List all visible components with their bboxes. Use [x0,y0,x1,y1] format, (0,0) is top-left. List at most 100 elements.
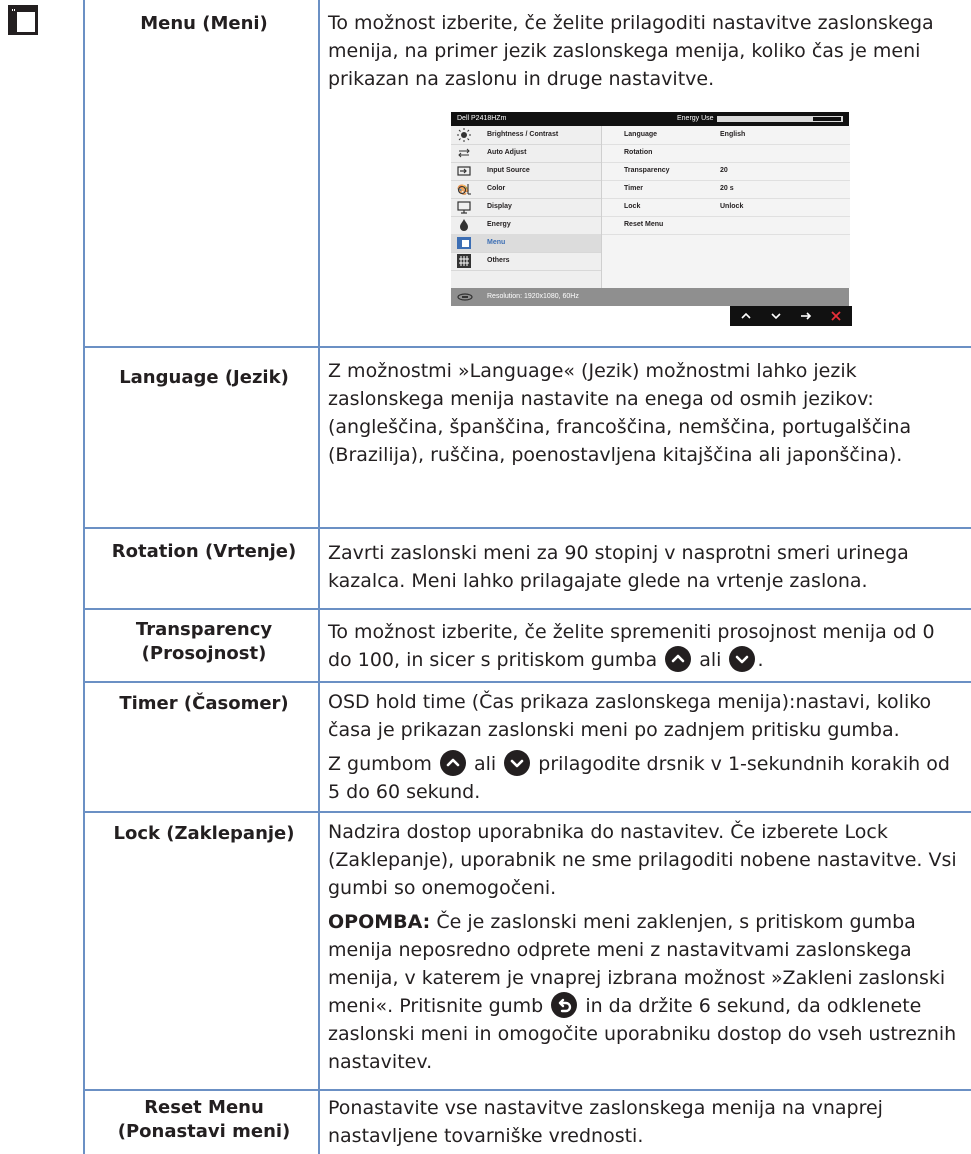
row-divider [83,608,971,610]
osd-setting-row: Lock Unlock [602,198,850,217]
row-desc-rotation: Zavrti zaslonski meni za 90 stopinj v na… [328,539,958,595]
osd-menu-item: Menu [451,234,601,253]
enter-icon [796,306,816,326]
osd-menu-item: Energy [451,216,601,235]
osd-menu-item-label: Energy [487,221,511,228]
osd-nav-buttons [730,306,852,326]
osd-menu-list: Brightness / Contrast Auto Adjust Input So… [451,126,601,288]
osd-setting-row: Reset Menu [602,216,850,235]
row-label-reset: Reset Menu (Ponastavi meni) [95,1096,313,1144]
osd-setting-row: Rotation [602,144,850,163]
osd-setting-value: Unlock [720,203,744,210]
exit-icon [826,306,846,326]
display-icon [457,201,471,214]
back-button-icon [551,992,578,1018]
osd-setting-label: Timer [624,185,643,192]
reset-description: Ponastavite vse nastavitve zaslonskega m… [328,1097,883,1147]
osd-menu-item: Input Source [451,162,601,181]
osd-setting-label: Language [624,131,658,138]
osd-setting-value: English [720,131,746,138]
down-icon [766,306,786,326]
menu-icon [8,5,38,35]
osd-setting-row: Timer 20 s [602,180,850,199]
osd-footer: Resolution: 1920x1080, 60Hz [451,288,849,306]
row-label-lock: Lock (Zaklepanje) [113,823,295,844]
osd-setting-row: Language English [602,126,850,145]
language-description: Z možnostmi »Language« (Jezik) možnostmi… [328,360,912,466]
transparency-text-end: . [757,649,764,671]
row-label-language: Language (Jezik) [119,367,289,388]
osd-menu-item-label: Menu [487,239,506,246]
row-divider [83,1089,971,1091]
osd-menu-item-label: Display [487,203,512,210]
osd-setting-label: Transparency [624,167,670,174]
row-desc-language: Z možnostmi »Language« (Jezik) možnostmi… [328,357,958,469]
row-label-transparency: Transparency (Prosojnost) [95,618,313,666]
osd-menu-item-label: Input Source [487,167,530,174]
transparency-text-a: To možnost izberite, če želite spremenit… [328,621,935,671]
osd-setting-value: 20 s [720,185,734,192]
osd-model-name: Dell P2418HZm [457,115,507,122]
row-label-timer: Timer (Časomer) [119,693,289,714]
auto-adjust-icon [458,148,470,158]
osd-resolution: Resolution: 1920x1080, 60Hz [487,293,579,300]
menu-settings-table: Menu (Meni) To možnost izberite, če želi… [0,0,971,1154]
row-divider [83,346,971,348]
lock-description: Nadzira dostop uporabnika do nastavitev.… [328,821,957,899]
osd-menu-item-label: Brightness / Contrast [487,131,559,138]
row-divider [83,527,971,529]
osd-menu-screenshot: Dell P2418HZm Energy Use Brightness / Co… [451,112,850,306]
osd-menu-item-label: Color [487,185,506,192]
osd-energy-label: Energy Use [677,115,714,122]
note-label: OPOMBA: [328,911,431,933]
transparency-label-line1: Transparency [135,619,273,640]
up-button-icon [665,646,692,672]
others-icon [457,254,471,268]
row-divider [83,681,971,683]
brightness-icon [457,128,471,142]
osd-menu-item: Others [451,252,601,271]
osd-menu-item: Display [451,198,601,217]
transparency-text-or: ali [699,649,722,671]
timer-text-or: ali [473,753,497,775]
osd-setting-row: Transparency 20 [602,162,850,181]
menu-icon [457,237,471,249]
osd-energy-fill [813,117,841,121]
osd-setting-value: 20 [720,167,728,174]
osd-header: Dell P2418HZm Energy Use [451,112,849,126]
osd-menu-item-label: Others [487,257,510,264]
rotation-description: Zavrti zaslonski meni za 90 stopinj v na… [328,542,909,592]
transparency-description: To možnost izberite, če želite spremenit… [328,618,958,674]
osd-setting-label: Lock [624,203,641,210]
osd-setting-label: Rotation [624,149,653,156]
down-button-icon [504,750,531,776]
row-label-menu: Menu (Meni) [140,13,268,34]
lock-note: OPOMBA: Če je zaslonski meni zaklenjen, … [328,908,958,1076]
menu-description: To možnost izberite, če želite prilagodi… [328,12,934,90]
osd-menu-item: 🎨 Color [451,180,601,199]
timer-description-2: Z gumbom ali prilagodite drsnik v 1-seku… [328,750,958,806]
row-desc-reset: Ponastavite vse nastavitve zaslonskega m… [328,1094,958,1150]
row-desc-menu: To možnost izberite, če želite prilagodi… [328,9,958,93]
reset-label-line2: (Ponastavi meni) [117,1121,291,1142]
reset-label-line1: Reset Menu [144,1097,264,1118]
table-border-middle [318,0,320,1154]
osd-setting-label: Reset Menu [624,221,664,228]
row-divider [83,811,971,813]
row-desc-lock: Nadzira dostop uporabnika do nastavitev.… [328,818,958,1076]
osd-menu-item-label: Auto Adjust [487,149,527,156]
up-button-icon [439,750,466,776]
row-desc-transparency: To možnost izberite, če želite spremenit… [328,618,958,674]
resolution-icon [457,293,473,301]
osd-settings-list: Language English Rotation Transparency 20 Tim… [601,126,850,288]
osd-energy-bar [717,116,843,122]
up-icon [736,306,756,326]
energy-icon [460,219,468,231]
timer-text-a: Z gumbom [328,753,432,775]
transparency-label-line2: (Prosojnost) [141,643,267,664]
table-border-left [83,0,85,1154]
row-label-rotation: Rotation (Vrtenje) [111,541,297,562]
osd-menu-item: Auto Adjust [451,144,601,163]
down-button-icon [729,646,756,672]
row-desc-timer: OSD hold time (Čas prikaza zaslonskega m… [328,688,958,806]
